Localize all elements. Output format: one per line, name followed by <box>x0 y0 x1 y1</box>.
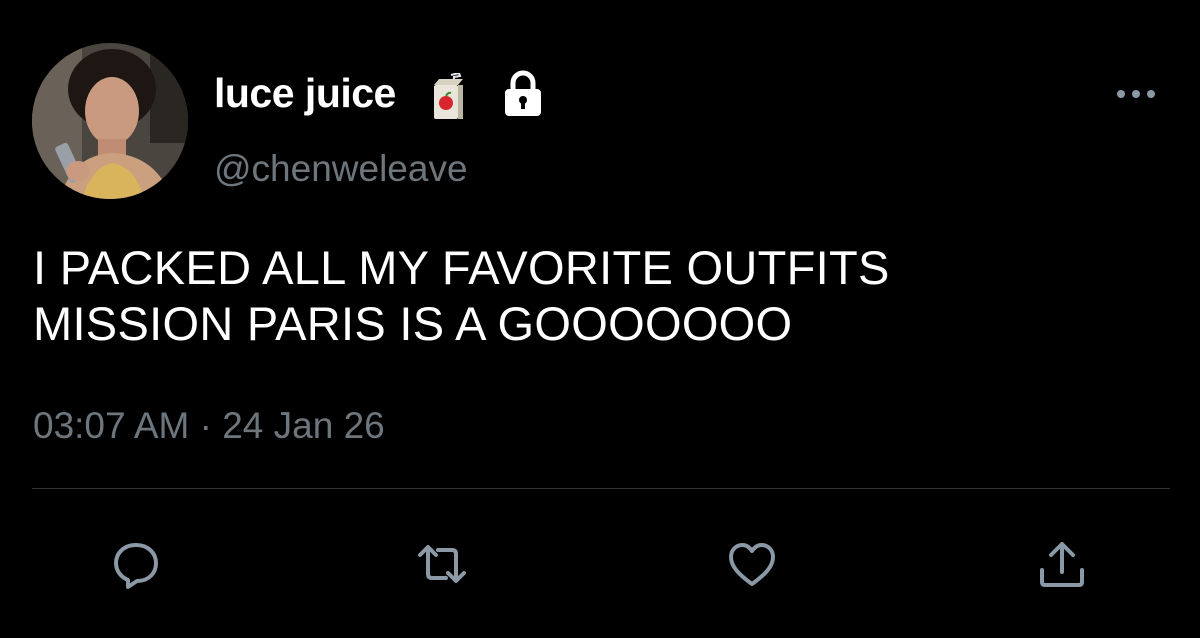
display-name[interactable]: luce juice <box>214 70 396 117</box>
divider <box>32 488 1170 489</box>
avatar[interactable] <box>32 43 188 199</box>
reply-button[interactable] <box>110 538 162 590</box>
tweet-text: I PACKED ALL MY FAVORITE OUTFITS MISSION… <box>33 240 1153 352</box>
like-button[interactable] <box>726 538 778 590</box>
share-icon <box>1040 542 1084 587</box>
juice-box-icon <box>434 73 463 119</box>
share-button[interactable] <box>1036 538 1088 590</box>
tweet-timestamp[interactable]: 03:07 AM · 24 Jan 26 <box>33 405 385 447</box>
more-options-icon[interactable] <box>1114 86 1158 102</box>
reply-icon <box>114 543 158 589</box>
tweet-text-line-2: MISSION PARIS IS A GOOOOOOO <box>33 297 793 350</box>
tweet-text-line-1: I PACKED ALL MY FAVORITE OUTFITS <box>33 241 890 294</box>
retweet-button[interactable] <box>416 538 468 590</box>
retweet-icon <box>418 545 466 583</box>
like-icon <box>729 543 775 586</box>
user-handle[interactable]: @chenweleave <box>214 148 468 190</box>
tweet-card: luce juice @chenweleave I PACKED ALL MY … <box>0 0 1200 638</box>
lock-icon <box>505 70 541 116</box>
